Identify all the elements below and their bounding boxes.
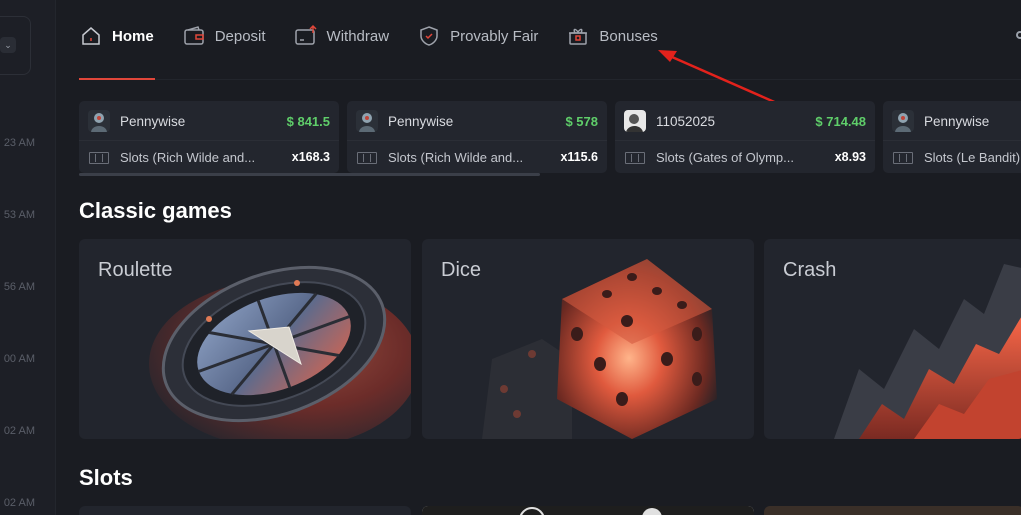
avatar xyxy=(624,110,646,132)
nav-withdraw[interactable]: Withdraw xyxy=(294,24,390,48)
slot-icon xyxy=(89,152,109,164)
nav-provably-fair[interactable]: Provably Fair xyxy=(417,24,538,48)
bet-username: 11052025 xyxy=(656,114,716,129)
nav-label: Withdraw xyxy=(326,27,390,45)
bet-time: 23 AM xyxy=(3,137,35,149)
shield-check-icon xyxy=(420,26,438,46)
live-bet-card[interactable]: Pennywise $ 841.5 Slots (Rich Wilde and.… xyxy=(79,101,339,173)
nav-label: Home xyxy=(112,27,154,45)
nav-label: Provably Fair xyxy=(450,27,539,45)
search-icon[interactable] xyxy=(1016,31,1021,39)
slot-game-card[interactable] xyxy=(79,506,411,515)
game-label: Crash xyxy=(783,259,837,281)
bet-username: Pennywise xyxy=(388,114,454,129)
withdraw-icon xyxy=(294,24,317,45)
bet-amount: $ 578 xyxy=(565,114,598,129)
bet-username: Pennywise xyxy=(120,114,186,129)
section-title-classic: Classic games xyxy=(79,198,232,223)
bet-game: Slots (Le Bandit) xyxy=(924,150,1021,165)
gift-icon xyxy=(569,28,588,45)
bet-time: 02 AM xyxy=(3,497,35,509)
wallet-icon xyxy=(183,26,204,45)
bet-game: Slots (Rich Wilde and... xyxy=(120,150,256,165)
bet-game: Slots (Gates of Olymp... xyxy=(656,150,794,165)
nav-label: Deposit xyxy=(214,27,266,45)
active-tab-indicator xyxy=(79,78,155,80)
live-bet-card[interactable]: 11052025 $ 714.48 Slots (Gates of Olymp.… xyxy=(615,101,875,173)
avatar xyxy=(356,110,378,132)
bet-username: Pennywise xyxy=(924,114,990,129)
game-label: Roulette xyxy=(98,259,173,281)
home-icon xyxy=(82,27,100,45)
avatar xyxy=(892,110,914,132)
nav-bonuses[interactable]: Bonuses xyxy=(566,24,658,48)
slot-game-card[interactable] xyxy=(422,506,754,515)
bet-amount: $ 714.48 xyxy=(815,114,866,129)
live-bets-scrollbar[interactable] xyxy=(79,173,540,176)
nav-home[interactable]: Home xyxy=(79,24,154,48)
bet-multiplier: x168.3 xyxy=(291,150,330,164)
bet-amount: $ 841.5 xyxy=(286,114,330,129)
game-label: Dice xyxy=(441,259,482,281)
bet-time: 53 AM xyxy=(3,209,35,221)
nav-divider xyxy=(79,79,1021,80)
slot-game-card[interactable] xyxy=(764,506,1021,515)
section-title-slots: Slots xyxy=(79,465,133,490)
live-bet-card[interactable]: Pennywise Slots (Le Bandit) xyxy=(883,101,1021,173)
bet-multiplier: x8.93 xyxy=(834,150,866,164)
chevron-down-icon[interactable]: ⌄ xyxy=(0,37,16,53)
slot-icon xyxy=(893,152,913,164)
avatar xyxy=(88,110,110,132)
bet-game: Slots (Rich Wilde and... xyxy=(388,150,524,165)
slot-icon xyxy=(625,152,645,164)
bet-time: 02 AM xyxy=(3,425,35,437)
bet-time: 00 AM xyxy=(3,353,35,365)
main-nav: Home Deposit Withdraw Provably Fair Bonu… xyxy=(79,22,686,50)
live-bet-card[interactable]: Pennywise $ 578 Slots (Rich Wilde and...… xyxy=(347,101,607,173)
bet-multiplier: x115.6 xyxy=(560,150,598,164)
nav-label: Bonuses xyxy=(599,27,658,45)
left-sidebar: ⌄ 23 AM 53 AM 56 AM 00 AM 02 AM 02 AM xyxy=(0,0,56,515)
nav-deposit[interactable]: Deposit xyxy=(182,24,266,48)
bet-time: 56 AM xyxy=(3,281,35,293)
sidebar-select[interactable]: ⌄ xyxy=(0,16,31,75)
slot-icon xyxy=(357,152,377,164)
game-card-roulette[interactable]: Roulette xyxy=(79,239,411,439)
game-card-dice[interactable]: Dice xyxy=(422,239,754,439)
game-card-crash[interactable]: Crash xyxy=(764,239,1021,439)
